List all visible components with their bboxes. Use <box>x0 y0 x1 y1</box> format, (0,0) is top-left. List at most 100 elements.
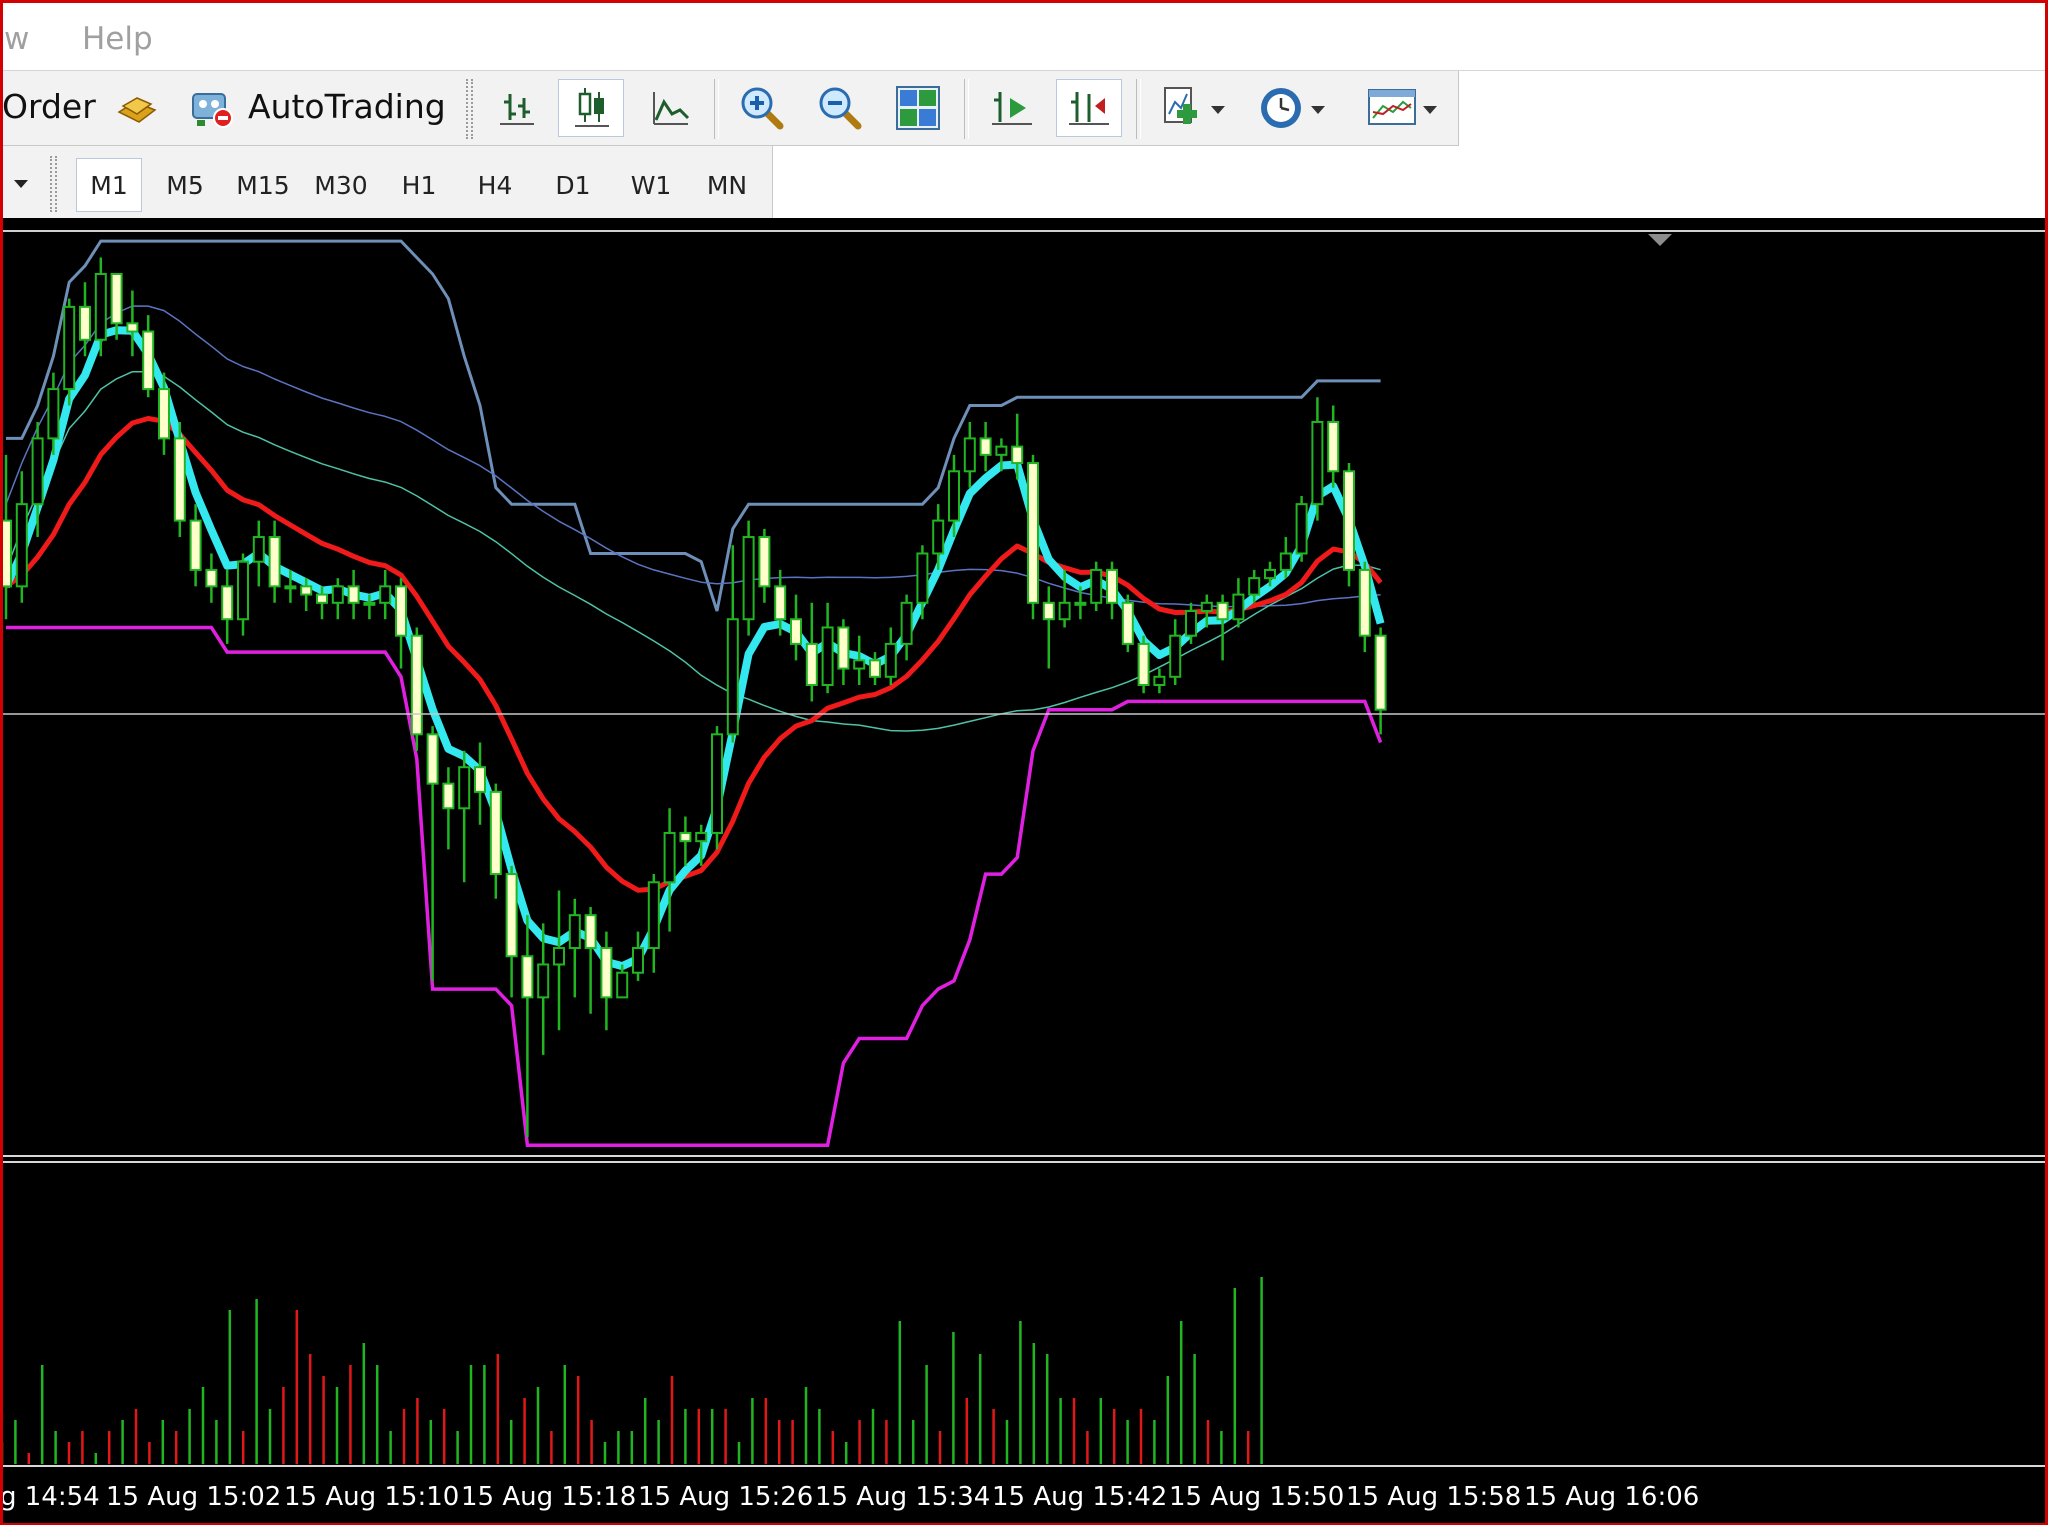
candle-bull <box>1090 568 1103 604</box>
candle-bear <box>79 305 91 341</box>
toolbar-grip[interactable] <box>50 156 57 212</box>
zoom-out-icon[interactable] <box>808 79 872 137</box>
candle-bear <box>110 273 123 325</box>
standard-toolbar: Order AutoTrading <box>0 71 1459 146</box>
chevron-down-icon[interactable] <box>14 180 28 188</box>
line-chart-icon[interactable] <box>640 81 700 135</box>
timeframe-mn-button[interactable]: MN <box>694 158 760 212</box>
bar-chart-icon[interactable] <box>486 81 546 135</box>
candle-bear <box>442 782 455 810</box>
menu-item-window[interactable]: w <box>4 21 29 57</box>
candle-bear <box>1327 420 1340 473</box>
gold-bars-icon[interactable] <box>112 85 162 131</box>
candle-bull <box>1200 601 1213 613</box>
toolbar-empty-area <box>1458 71 2045 218</box>
candle-bull <box>331 585 344 604</box>
candle-bull <box>1264 568 1276 580</box>
candle-bear <box>0 519 12 588</box>
chart-shift-icon[interactable] <box>1056 79 1122 137</box>
candle-bear <box>805 642 818 686</box>
candle-bull <box>932 519 945 555</box>
clock-icon[interactable] <box>1252 79 1336 137</box>
time-label: 15 Aug 15:18 <box>461 1482 637 1512</box>
timeframe-m5-button[interactable]: M5 <box>152 158 218 212</box>
toolbar-empty-area-2 <box>772 146 1458 218</box>
candle-bear <box>316 593 328 604</box>
timeframe-d1-button[interactable]: D1 <box>540 158 606 212</box>
time-label: 15 Aug 15:58 <box>1346 1482 1522 1512</box>
candle-bull <box>663 831 676 884</box>
candle-bear <box>347 585 360 604</box>
candle-bear <box>758 536 771 588</box>
candle-bear <box>774 585 787 621</box>
candle-bull <box>963 437 976 473</box>
candle-bear <box>521 955 534 999</box>
candle-bull <box>1295 503 1308 555</box>
candle-bull <box>379 585 392 604</box>
candle-bull <box>884 642 897 678</box>
candle-bull <box>948 470 960 522</box>
time-label: 15 Aug 15:02 <box>106 1482 282 1512</box>
candle-bull <box>15 503 28 588</box>
timeframe-h4-button[interactable]: H4 <box>462 158 528 212</box>
menu-bar: w Help <box>0 3 2045 71</box>
timeframe-m1-button[interactable]: M1 <box>76 158 142 212</box>
timeframe-m15-button[interactable]: M15 <box>228 158 298 212</box>
zoom-in-icon[interactable] <box>730 79 794 137</box>
candle-bull <box>995 445 1008 456</box>
candle-bear <box>1121 601 1134 645</box>
time-label: 15 Aug 15:26 <box>638 1482 814 1512</box>
candle-bull <box>647 881 660 950</box>
candle-bull <box>632 947 644 974</box>
timeframe-m30-button[interactable]: M30 <box>306 158 376 212</box>
candle-bull <box>94 273 107 341</box>
candle-bear <box>979 437 992 456</box>
timeframe-w1-button[interactable]: W1 <box>618 158 684 212</box>
candle-bull <box>1169 634 1182 678</box>
add-indicator-icon[interactable] <box>1152 79 1236 137</box>
autoscroll-icon[interactable] <box>980 81 1044 135</box>
autotrading-icon[interactable] <box>188 83 238 133</box>
time-label: 15 Aug 16:06 <box>1524 1482 1700 1512</box>
candlesticks-icon[interactable] <box>558 79 624 137</box>
candle-bull <box>726 618 739 736</box>
tile-windows-icon[interactable] <box>886 79 950 137</box>
candle-bear <box>1137 642 1150 686</box>
menu-item-help[interactable]: Help <box>82 21 153 57</box>
candle-bear <box>410 634 423 736</box>
toolbar-separator <box>964 79 969 139</box>
autotrading-button[interactable]: AutoTrading <box>248 87 446 126</box>
candle-bear <box>221 585 234 621</box>
candle-bull <box>616 971 629 999</box>
templates-icon[interactable] <box>1358 79 1448 137</box>
time-label: 15 Aug 15:50 <box>1169 1482 1345 1512</box>
candle-bull <box>900 601 913 645</box>
timeframe-h1-button[interactable]: H1 <box>386 158 452 212</box>
candle-bull <box>553 947 565 966</box>
time-label: 15 Aug 15:10 <box>284 1482 460 1512</box>
candle-bear <box>489 790 502 876</box>
toolbar-separator <box>1136 79 1141 139</box>
candle-bear <box>142 330 155 391</box>
candle-bear <box>205 568 218 588</box>
toolbar-grip[interactable] <box>466 79 473 139</box>
candle-bear <box>158 388 170 440</box>
candle-bear <box>1106 568 1118 604</box>
candle-bull <box>284 585 297 590</box>
candle-bear <box>474 766 486 793</box>
candle-bear <box>837 626 850 670</box>
candle-bear <box>600 947 613 999</box>
candle-bull <box>916 552 929 604</box>
candle-bull <box>47 388 60 440</box>
new-order-button[interactable]: Order <box>2 87 96 126</box>
candle-bear <box>189 519 202 571</box>
candle-bear <box>1358 568 1371 637</box>
candle-bear <box>1011 445 1024 465</box>
candle-bull <box>1185 610 1197 637</box>
candle-bear <box>1027 462 1039 604</box>
candle-bull <box>1153 675 1166 686</box>
candle-bull <box>458 766 471 810</box>
price-chart[interactable] <box>0 226 2048 1468</box>
candle-bear <box>1042 601 1055 621</box>
candle-bull <box>237 560 249 621</box>
